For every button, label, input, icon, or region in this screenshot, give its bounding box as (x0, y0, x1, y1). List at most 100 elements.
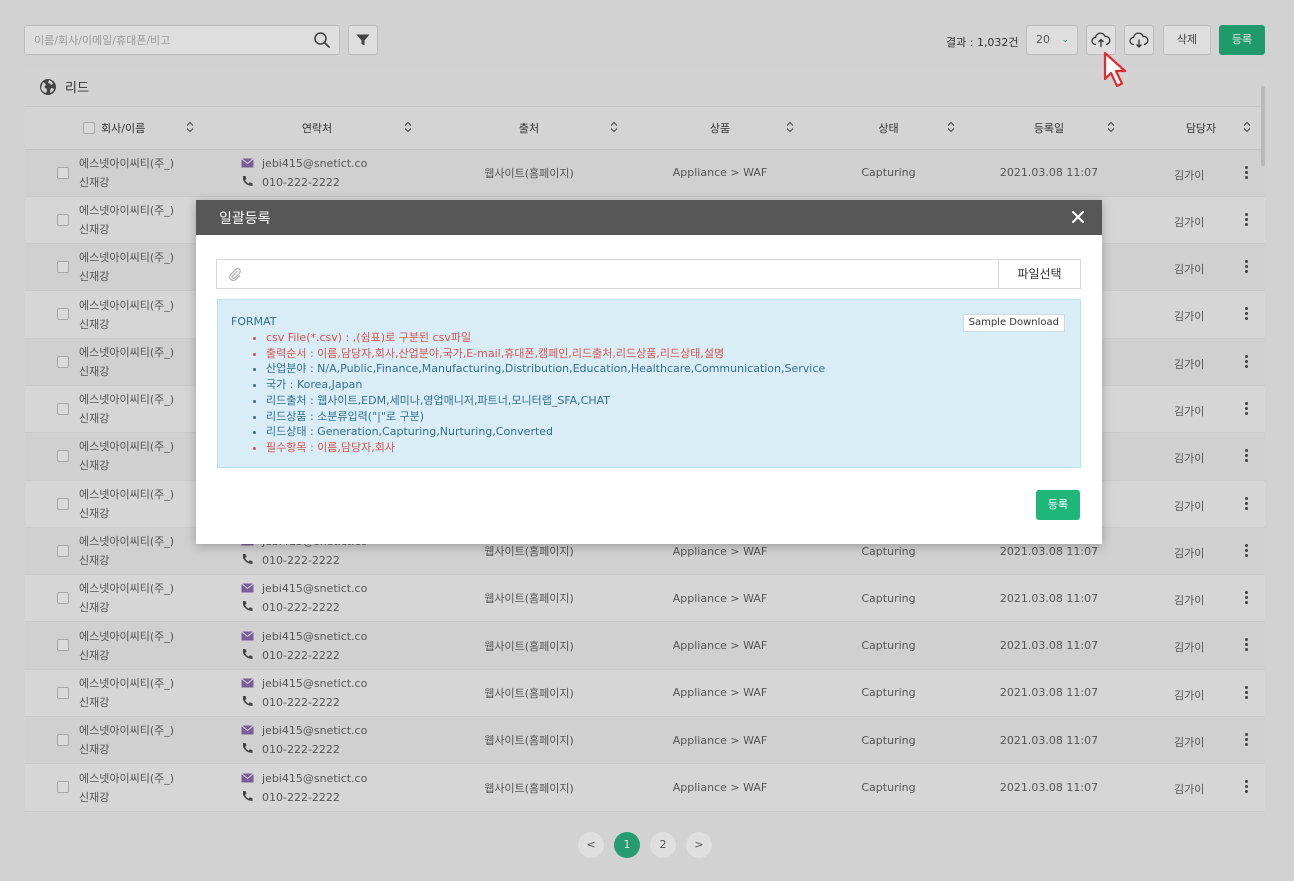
table-row[interactable]: 에스넷아이씨티(주_) 신재강 jebi415@snetict.co 010-222-… (25, 149, 1265, 197)
header-owner[interactable]: 담당자 (1129, 107, 1265, 150)
more-options-icon[interactable] (1245, 495, 1249, 512)
delete-button[interactable]: 삭제 (1163, 25, 1211, 55)
sort-icon[interactable] (610, 121, 618, 133)
phone-icon (243, 601, 253, 612)
prev-page-button[interactable]: < (578, 832, 604, 858)
more-options-icon[interactable] (1245, 258, 1249, 275)
format-item: 국가 : Korea,Japan (266, 377, 1080, 393)
sort-icon[interactable] (404, 121, 412, 133)
phone[interactable]: 010-222-2222 (262, 791, 340, 804)
page-2-button[interactable]: 2 (650, 832, 676, 858)
header-source[interactable]: 출처 (426, 107, 632, 150)
row-checkbox[interactable] (57, 213, 69, 226)
email[interactable]: jebi415@snetict.co (262, 772, 367, 785)
company-name: 에스넷아이씨티(주_) (79, 771, 175, 785)
email[interactable]: jebi415@snetict.co (262, 630, 367, 643)
more-options-icon[interactable] (1245, 731, 1249, 748)
header-created[interactable]: 등록일 (969, 107, 1129, 150)
header-product[interactable]: 상품 (632, 107, 808, 150)
table-row[interactable]: 에스넷아이씨티(주_) 신재강 jebi415@snetict.co 010-222-… (25, 621, 1265, 670)
phone[interactable]: 010-222-2222 (262, 696, 340, 709)
email[interactable]: jebi415@snetict.co (262, 677, 367, 690)
format-list: csv File(*.csv) : ,(쉼표)로 구분된 csv파일출력순서 :… (266, 330, 1080, 456)
company-name: 에스넷아이씨티(주_) (79, 156, 175, 170)
more-options-icon[interactable] (1245, 211, 1249, 228)
row-checkbox[interactable] (57, 781, 69, 794)
email[interactable]: jebi415@snetict.co (262, 582, 367, 595)
table-row[interactable]: 에스넷아이씨티(주_) 신재강 jebi415@snetict.co 010-222-… (25, 574, 1265, 623)
person-name: 신재강 (79, 790, 110, 804)
result-count: 결과 : 1,032건 (946, 36, 1019, 49)
modal-register-button[interactable]: 등록 (1036, 490, 1080, 520)
filter-button[interactable] (348, 25, 378, 55)
page-1-button[interactable]: 1 (614, 832, 640, 858)
cell-source: 웹사이트(홈페이지) (426, 574, 632, 623)
more-options-icon[interactable] (1245, 353, 1249, 370)
next-page-button[interactable]: > (686, 832, 712, 858)
sort-icon[interactable] (1243, 121, 1251, 133)
phone[interactable]: 010-222-2222 (262, 176, 340, 189)
table-row[interactable]: 에스넷아이씨티(주_) 신재강 jebi415@snetict.co 010-222-… (25, 716, 1265, 765)
row-checkbox[interactable] (57, 355, 69, 368)
more-options-icon[interactable] (1245, 305, 1249, 322)
cell-status: Capturing (808, 149, 969, 197)
table-header-row: 회사/이름 연락처 출처 상품 상태 등록일 담당자 (25, 107, 1265, 150)
more-options-icon[interactable] (1245, 778, 1249, 795)
search-icon[interactable] (313, 31, 331, 49)
email[interactable]: jebi415@snetict.co (262, 157, 367, 170)
table-row[interactable]: 에스넷아이씨티(주_) 신재강 jebi415@snetict.co 010-222-… (25, 763, 1265, 812)
company-name: 에스넷아이씨티(주_) (79, 440, 175, 454)
select-all-checkbox[interactable] (83, 122, 95, 134)
close-icon[interactable] (1070, 209, 1086, 225)
cell-owner: 김가이 (1129, 149, 1265, 197)
scrollbar[interactable] (1261, 86, 1265, 166)
cell-company-name: 에스넷아이씨티(주_) 신재강 (25, 432, 208, 481)
header-status[interactable]: 상태 (808, 107, 969, 150)
header-company-name[interactable]: 회사/이름 (25, 107, 208, 150)
file-select-button[interactable]: 파일선택 (998, 260, 1080, 288)
row-checkbox[interactable] (57, 402, 69, 415)
person-name: 신재강 (79, 317, 110, 331)
sort-icon[interactable] (186, 121, 194, 133)
row-checkbox[interactable] (57, 166, 69, 179)
row-checkbox[interactable] (57, 686, 69, 699)
email[interactable]: jebi415@snetict.co (262, 724, 367, 737)
register-button[interactable]: 등록 (1219, 25, 1265, 55)
row-checkbox[interactable] (57, 261, 69, 274)
more-options-icon[interactable] (1245, 164, 1249, 181)
row-checkbox[interactable] (57, 639, 69, 652)
row-checkbox[interactable] (57, 308, 69, 321)
sort-icon[interactable] (947, 121, 955, 133)
more-options-icon[interactable] (1245, 400, 1249, 417)
row-checkbox[interactable] (57, 450, 69, 463)
more-options-icon[interactable] (1245, 447, 1249, 464)
owner-name: 김가이 (1174, 263, 1205, 277)
phone[interactable]: 010-222-2222 (262, 743, 340, 756)
table-row[interactable]: 에스넷아이씨티(주_) 신재강 jebi415@snetict.co 010-222-… (25, 669, 1265, 718)
owner-name: 김가이 (1174, 404, 1205, 418)
phone[interactable]: 010-222-2222 (262, 601, 340, 614)
sample-download-button[interactable]: Sample Download (962, 314, 1065, 332)
cloud-download-icon (1129, 32, 1149, 48)
mail-icon (241, 157, 254, 168)
row-checkbox[interactable] (57, 497, 69, 510)
more-options-icon[interactable] (1245, 542, 1249, 559)
sort-icon[interactable] (1107, 121, 1115, 133)
more-options-icon[interactable] (1245, 636, 1249, 653)
cell-company-name: 에스넷아이씨티(주_) 신재강 (25, 290, 208, 339)
phone[interactable]: 010-222-2222 (262, 649, 340, 662)
page-size-select[interactable]: 20 ⌄ (1026, 25, 1078, 55)
row-checkbox[interactable] (57, 734, 69, 747)
search-input[interactable] (25, 26, 305, 54)
modal-title: 일괄등록 (219, 210, 271, 227)
more-options-icon[interactable] (1245, 589, 1249, 606)
row-checkbox[interactable] (57, 592, 69, 605)
cell-contact: jebi415@snetict.co 010-222-2222 (208, 669, 426, 718)
phone-icon (243, 695, 253, 706)
phone[interactable]: 010-222-2222 (262, 554, 340, 567)
more-options-icon[interactable] (1245, 684, 1249, 701)
file-path-input[interactable] (251, 261, 991, 287)
row-checkbox[interactable] (57, 544, 69, 557)
sort-icon[interactable] (786, 121, 794, 133)
header-contact[interactable]: 연락처 (208, 107, 426, 150)
